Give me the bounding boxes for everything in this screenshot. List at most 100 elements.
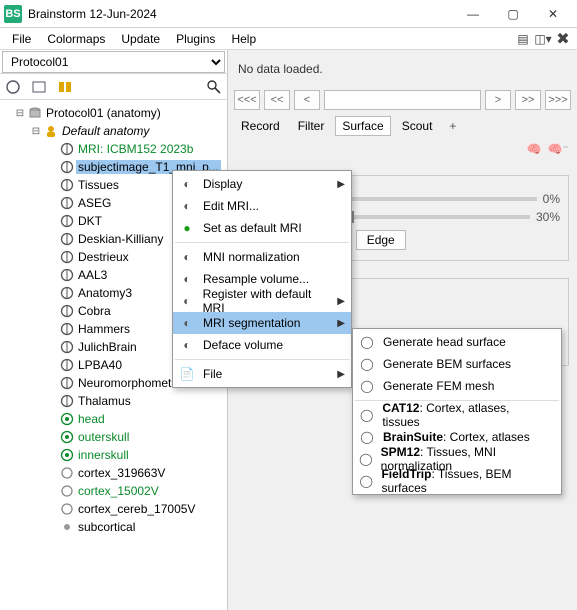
sub-gen-fem[interactable]: ◯Generate FEM mesh	[353, 375, 561, 397]
ctx-mri-segmentation[interactable]: ◐MRI segmentation▶	[173, 312, 351, 334]
mri-icon	[60, 196, 74, 210]
mri-icon	[60, 376, 74, 390]
menu-help[interactable]: Help	[223, 30, 264, 48]
tree-item-label: cortex_319663V	[76, 466, 167, 480]
tree-item[interactable]: outerskull	[2, 428, 227, 446]
transparency-value: 0%	[543, 192, 560, 206]
tree-root[interactable]: ⊟ Protocol01 (anatomy)	[2, 104, 227, 122]
tree-item-label: ASEG	[76, 196, 113, 210]
data-nav: <<< << < > >> >>>	[228, 88, 577, 112]
ctx-display[interactable]: ◐Display▶	[173, 173, 351, 195]
edge-button[interactable]: Edge	[356, 230, 406, 250]
nav-first[interactable]: <<<	[234, 90, 260, 110]
menu-plugins[interactable]: Plugins	[168, 30, 223, 48]
close-panel-icon[interactable]: ✖	[553, 29, 573, 49]
layout-icon[interactable]: ▤	[513, 29, 533, 49]
sub-cat12[interactable]: ◯CAT12: Cortex, atlases, tissues	[353, 404, 561, 426]
menu-file[interactable]: File	[4, 30, 39, 48]
mri-icon	[60, 178, 74, 192]
maximize-button[interactable]: ▢	[493, 0, 533, 28]
studies-view-icon[interactable]	[28, 76, 50, 98]
tree-item[interactable]: Thalamus	[2, 392, 227, 410]
window-title: Brainstorm 12-Jun-2024	[28, 7, 453, 21]
context-menu: ◐Display▶ ◐Edit MRI... ●Set as default M…	[172, 170, 352, 388]
tree-item-label: Thalamus	[76, 394, 133, 408]
tree-item-label: Deskian-Killiany	[76, 232, 165, 246]
tree-item-label: Cobra	[76, 304, 113, 318]
nav-last[interactable]: >>>	[545, 90, 571, 110]
tree-item-label: subcortical	[76, 520, 137, 534]
mri-icon	[60, 304, 74, 318]
minimize-button[interactable]: —	[453, 0, 493, 28]
functional-view-icon[interactable]	[54, 76, 76, 98]
db-toolbar	[0, 74, 227, 100]
mri-icon	[60, 340, 74, 354]
nav-back2[interactable]: <<	[264, 90, 290, 110]
tree-item-label: JulichBrain	[76, 340, 139, 354]
brain-remove-icon[interactable]: 🧠⁻	[548, 142, 569, 156]
subject-view-icon[interactable]	[2, 76, 24, 98]
surf-icon	[60, 466, 74, 480]
brain-icon[interactable]: 🧠	[527, 142, 542, 156]
sub-gen-bem[interactable]: ◯Generate BEM surfaces	[353, 353, 561, 375]
nav-fwd[interactable]: >	[485, 90, 511, 110]
head-icon	[60, 430, 74, 444]
tree-item[interactable]: subcortical	[2, 518, 227, 536]
ctx-file[interactable]: 📄File▶	[173, 363, 351, 385]
tree-item[interactable]: MRI: ICBM152 2023b	[2, 140, 227, 158]
tree-item-label: MRI: ICBM152 2023b	[76, 142, 195, 156]
no-data-message: No data loaded.	[228, 50, 577, 88]
mri-icon	[60, 358, 74, 372]
ctx-register-default[interactable]: ◐Register with default MRI▶	[173, 290, 351, 312]
sub-fieldtrip[interactable]: ◯FieldTrip: Tissues, BEM surfaces	[353, 470, 561, 492]
tree-item-label: Hammers	[76, 322, 132, 336]
tree-item[interactable]: cortex_cereb_17005V	[2, 500, 227, 518]
panel-tabs: Record Filter Surface Scout +	[228, 112, 577, 140]
tree-item-label: cortex_cereb_17005V	[76, 502, 197, 516]
close-button[interactable]: ✕	[533, 0, 573, 28]
app-logo: BS	[4, 5, 22, 23]
tree-item[interactable]: cortex_319663V	[2, 464, 227, 482]
tree-item[interactable]: innerskull	[2, 446, 227, 464]
tree-item-label: Tissues	[76, 178, 121, 192]
ctx-mni-norm[interactable]: ◐MNI normalization	[173, 246, 351, 268]
tab-record[interactable]: Record	[234, 116, 287, 136]
title-bar: BS Brainstorm 12-Jun-2024 — ▢ ✕	[0, 0, 577, 28]
tree-item-label: Destrieux	[76, 250, 131, 264]
tree-item-label: outerskull	[76, 430, 131, 444]
head-icon	[60, 412, 74, 426]
tab-scout[interactable]: Scout	[395, 116, 440, 136]
ctx-deface[interactable]: ◐Deface volume	[173, 334, 351, 356]
panel-toggle-icon[interactable]: ◫▾	[533, 29, 553, 49]
tab-filter[interactable]: Filter	[291, 116, 332, 136]
search-icon[interactable]	[203, 76, 225, 98]
sub-gen-head[interactable]: ◯Generate head surface	[353, 331, 561, 353]
tree-item[interactable]: cortex_15002V	[2, 482, 227, 500]
mri-icon	[60, 160, 74, 174]
smooth-value: 30%	[536, 210, 560, 224]
nav-back[interactable]: <	[294, 90, 320, 110]
protocol-select[interactable]: Protocol01	[2, 51, 225, 73]
menu-bar: File Colormaps Update Plugins Help ▤ ◫▾ …	[0, 28, 577, 50]
ctx-edit-mri[interactable]: ◐Edit MRI...	[173, 195, 351, 217]
tree-subject[interactable]: ⊟ Default anatomy	[2, 122, 227, 140]
menu-colormaps[interactable]: Colormaps	[39, 30, 113, 48]
head-icon	[60, 448, 74, 462]
tab-surface[interactable]: Surface	[335, 116, 390, 136]
nav-fwd2[interactable]: >>	[515, 90, 541, 110]
surf-icon	[60, 484, 74, 498]
tree-item[interactable]: head	[2, 410, 227, 428]
ctx-set-default[interactable]: ●Set as default MRI	[173, 217, 351, 239]
dot-icon	[60, 520, 74, 534]
nav-field[interactable]	[324, 90, 481, 110]
mri-icon	[60, 268, 74, 282]
mri-icon	[60, 394, 74, 408]
tree-item-label: Anatomy3	[76, 286, 134, 300]
tree-item-label: LPBA40	[76, 358, 124, 372]
segmentation-submenu: ◯Generate head surface ◯Generate BEM sur…	[352, 328, 562, 495]
mri-icon	[60, 250, 74, 264]
menu-update[interactable]: Update	[113, 30, 168, 48]
mri-icon	[60, 142, 74, 156]
surf-icon	[60, 502, 74, 516]
tab-add[interactable]: +	[443, 117, 462, 135]
